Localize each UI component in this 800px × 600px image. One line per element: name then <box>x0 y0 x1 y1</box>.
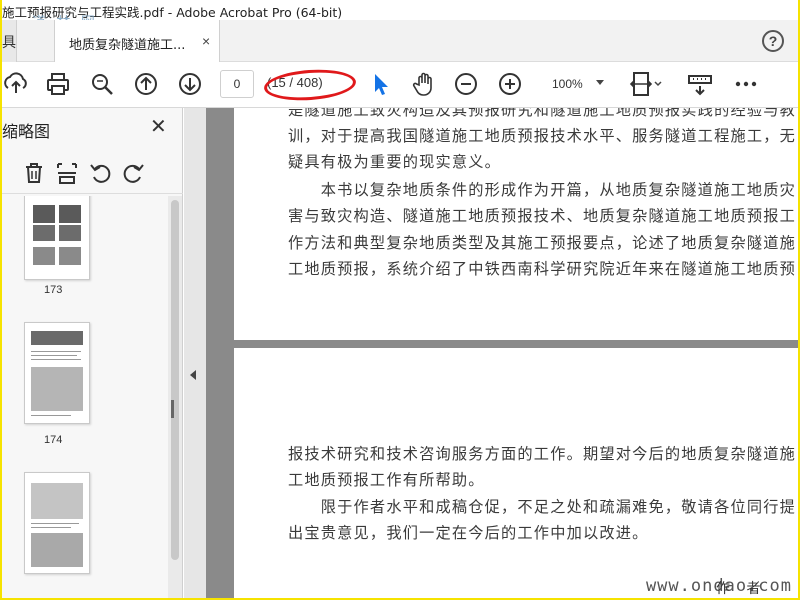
page-number-input[interactable]: 0 <box>220 70 254 98</box>
text-line: 是隧道施工致灾构造及其预报研究和隧道施工地质预报实践的经验与教 <box>288 108 797 119</box>
page-down-icon[interactable] <box>176 70 204 98</box>
acrobat-window: 施工预报研究与工程实践.pdf - Adobe Acrobat Pro (64-… <box>2 0 798 598</box>
tab-close-icon[interactable]: × <box>202 33 210 49</box>
thumbnail-page-label: 173 <box>44 284 63 296</box>
text-line: 限于作者水平和成稿仓促，不足之处和疏漏难免，敬请各位同行提 <box>288 498 797 516</box>
text-line: 疑具有极为重要的现实意义。 <box>288 153 502 171</box>
zoom-search-icon[interactable] <box>88 70 116 98</box>
thumbnail-page-label: 174 <box>44 434 63 446</box>
page-thumbnail-174[interactable] <box>24 322 90 424</box>
print-icon[interactable] <box>44 70 72 98</box>
text-line: 出宝贵意见，我们一定在今后的工作中加以改进。 <box>288 524 649 542</box>
tab-document[interactable]: 地质复杂隧道施工... × <box>54 20 220 62</box>
document-page: 报技术研究和技术咨询服务方面的工作。期望对今后的地质复杂隧道施 工地质预报工作有… <box>234 348 798 598</box>
zoom-out-icon[interactable] <box>452 70 480 98</box>
text-line: 报技术研究和技术咨询服务方面的工作。期望对今后的地质复杂隧道施 <box>288 445 797 463</box>
text-line: 训，对于提高我国隧道施工地质预报技术水平、服务隧道工程施工，无 <box>288 127 797 145</box>
keyboard-icon[interactable] <box>686 70 714 98</box>
chevron-down-icon <box>596 80 604 85</box>
watermark-overlay-text: 作 者 <box>716 581 767 597</box>
page-thumbnail-173[interactable] <box>24 196 90 280</box>
thumbnail-tools <box>2 154 183 194</box>
thumbnail-scrollbar[interactable] <box>168 196 182 598</box>
collapse-arrow-icon[interactable] <box>190 370 196 380</box>
upload-icon[interactable] <box>2 70 30 98</box>
hand-icon[interactable] <box>410 70 438 98</box>
select-cursor-icon[interactable] <box>366 70 394 98</box>
more-icon[interactable] <box>732 70 760 98</box>
tab-document-label: 地质复杂隧道施工... <box>69 38 186 53</box>
text-line: 工地质预报，系统介绍了中铁西南科学研究院近年来在隧道施工地质预 <box>288 260 797 278</box>
close-icon[interactable]: ✕ <box>150 114 167 139</box>
fit-page-icon[interactable] <box>628 70 664 98</box>
panel-title: 缩略图 <box>2 122 51 141</box>
main-toolbar: 0 (15 / 408) 100% <box>2 62 798 108</box>
thumbnail-list: 173 174 <box>2 196 167 598</box>
text-line: 工地质预报工作有所帮助。 <box>288 471 485 489</box>
resize-grip[interactable] <box>171 400 174 418</box>
title-bar: 施工预报研究与工程实践.pdf - Adobe Acrobat Pro (64-… <box>2 0 798 31</box>
tab-previous-label: 具 <box>2 34 16 50</box>
document-page: 是隧道施工致灾构造及其预报研究和隧道施工地质预报实践的经验与教 训，对于提高我国… <box>234 108 798 340</box>
tab-bar: 具 地质复杂隧道施工... × ? <box>2 20 798 62</box>
panel-collapse-strip[interactable] <box>171 108 206 598</box>
zoom-value: 100% <box>552 77 583 91</box>
extract-icon[interactable] <box>54 160 80 186</box>
rotate-left-icon[interactable] <box>88 160 114 186</box>
help-icon[interactable]: ? <box>762 30 784 52</box>
text-line: 作方法和典型复杂地质类型及其施工预报要点，论述了地质复杂隧道施 <box>288 234 797 252</box>
zoom-dropdown[interactable]: 100% <box>546 70 610 98</box>
rotate-right-icon[interactable] <box>120 160 146 186</box>
tab-previous[interactable]: 具 <box>2 20 17 62</box>
zoom-in-icon[interactable] <box>496 70 524 98</box>
text-line: 害与致灾构造、隧道施工地质预报技术、地质复杂隧道施工地质预报工 <box>288 207 797 225</box>
scrollbar-thumb[interactable] <box>171 200 179 560</box>
text-line: 本书以复杂地质条件的形成作为开篇，从地质复杂隧道施工地质灾 <box>288 181 797 199</box>
delete-icon[interactable] <box>21 160 47 186</box>
thumbnails-panel: 缩略图 ✕ 173 174 <box>2 108 183 598</box>
page-thumbnail-175[interactable] <box>24 472 90 574</box>
page-up-icon[interactable] <box>132 70 160 98</box>
document-view[interactable]: 是隧道施工致灾构造及其预报研究和隧道施工地质预报实践的经验与教 训，对于提高我国… <box>206 108 798 598</box>
